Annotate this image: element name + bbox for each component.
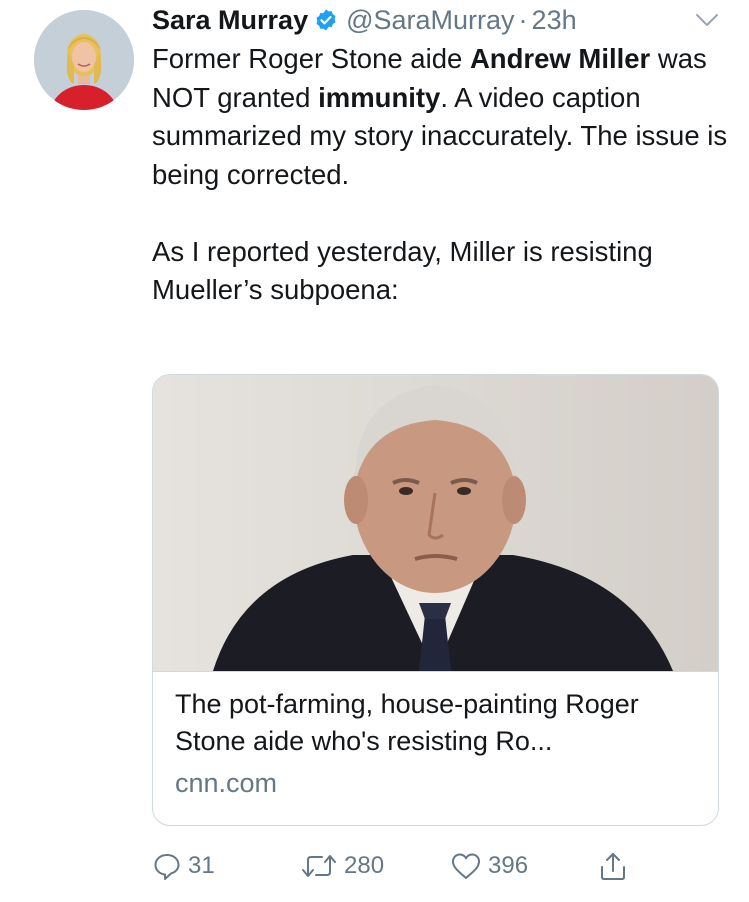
display-name[interactable]: Sara Murray	[152, 5, 308, 36]
tweet-actions: 31 280 396	[152, 846, 712, 886]
like-button[interactable]: 396	[450, 846, 528, 886]
avatar[interactable]	[34, 10, 134, 110]
reply-count: 31	[188, 852, 215, 879]
timestamp[interactable]: 23h	[532, 5, 577, 36]
reply-button[interactable]: 31	[152, 846, 215, 886]
retweet-button[interactable]: 280	[300, 846, 384, 886]
retweet-icon	[300, 851, 338, 881]
bold-text-immunity: immunity	[318, 81, 441, 113]
tweet[interactable]: Sara Murray @SaraMurray · 23h Former Rog…	[0, 0, 749, 902]
verified-badge-icon	[314, 8, 338, 32]
chevron-down-icon[interactable]	[694, 10, 720, 30]
tweet-text: Former Roger Stone aide Andrew Miller wa…	[152, 40, 732, 310]
reply-icon	[152, 851, 182, 881]
separator-dot: ·	[518, 4, 528, 35]
share-button[interactable]	[598, 846, 628, 886]
text-segment: Former Roger Stone aide	[152, 43, 470, 74]
card-title[interactable]: The pot-farming, house-painting Roger St…	[175, 686, 700, 760]
share-icon	[598, 850, 628, 882]
card-image[interactable]	[153, 375, 718, 671]
bold-text-andrew-miller: Andrew Miller	[469, 43, 651, 74]
card-body[interactable]: The pot-farming, house-painting Roger St…	[153, 671, 718, 825]
card-domain: cnn.com	[175, 768, 278, 798]
like-count: 396	[488, 852, 529, 879]
tweet-paragraph-2: As I reported yesterday, Miller is resis…	[152, 235, 653, 306]
link-card[interactable]: The pot-farming, house-painting Roger St…	[152, 374, 719, 826]
tweet-header: Sara Murray @SaraMurray · 23h	[152, 2, 577, 38]
tweet-paragraph-1: Former Roger Stone aide Andrew Miller wa…	[152, 40, 732, 194]
heart-icon	[450, 851, 482, 881]
user-handle[interactable]: @SaraMurray	[346, 5, 514, 36]
retweet-count: 280	[344, 852, 385, 879]
